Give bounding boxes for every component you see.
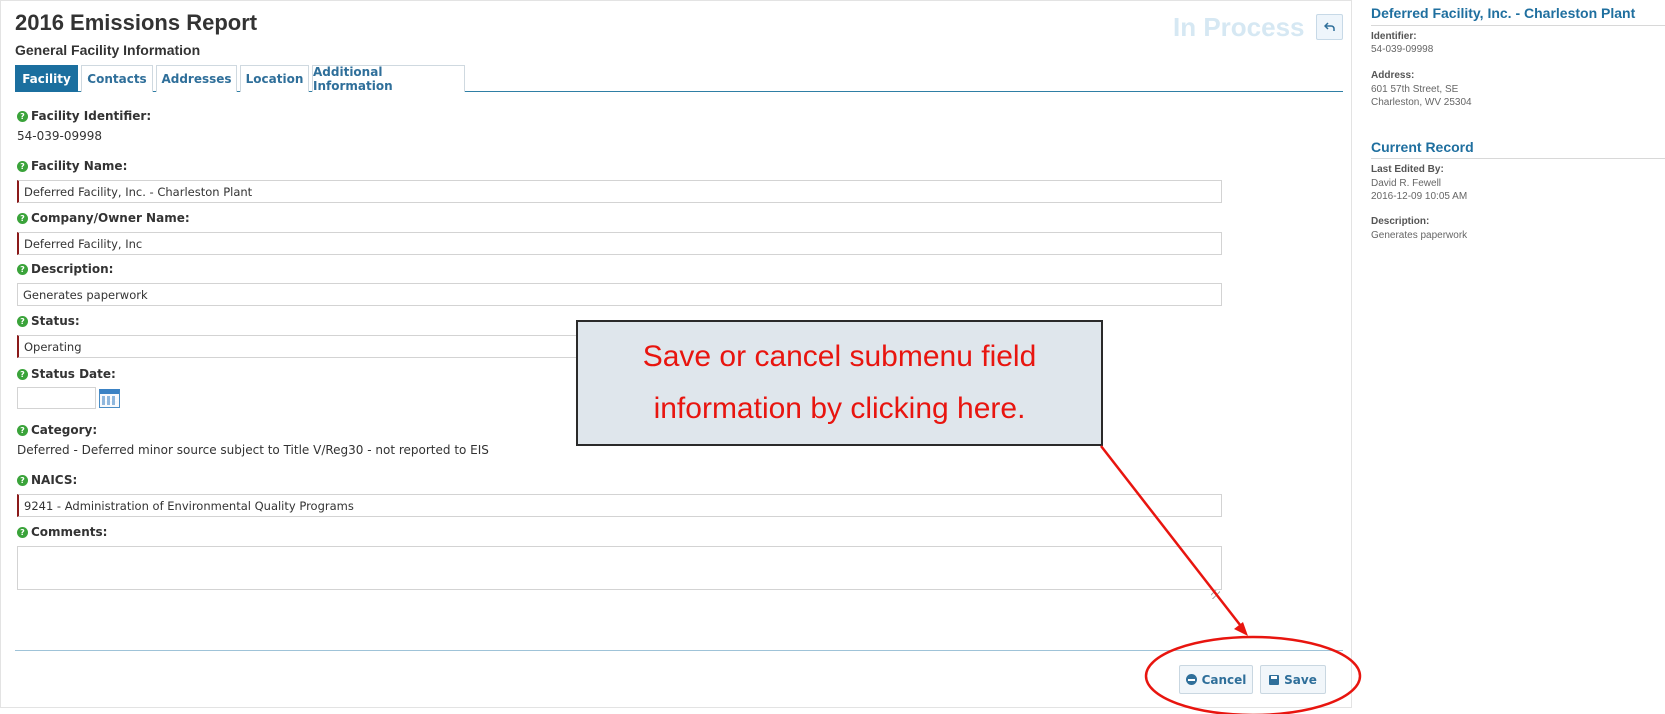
help-icon[interactable]: ? — [17, 315, 28, 327]
sidebar-divider — [1371, 25, 1665, 26]
comments-textarea[interactable] — [17, 546, 1222, 590]
company-owner-label: Company/Owner Name: — [31, 211, 190, 225]
cancel-button[interactable]: Cancel — [1179, 665, 1253, 694]
back-button[interactable] — [1316, 14, 1343, 40]
company-owner-input[interactable]: Deferred Facility, Inc — [17, 232, 1222, 255]
cancel-button-label: Cancel — [1201, 672, 1247, 687]
tab-additional-information[interactable]: Additional Information — [312, 65, 465, 93]
sidebar-divider — [1371, 158, 1665, 159]
status-label: Status: — [31, 314, 80, 328]
minus-circle-icon — [1185, 674, 1197, 685]
callout-line-2: information by clicking here. — [653, 392, 1026, 425]
tab-location[interactable]: Location — [240, 65, 309, 92]
help-icon[interactable]: ? — [17, 526, 28, 538]
sidebar-address-line1: 601 57th Street, SE — [1371, 84, 1459, 95]
facility-name-field: ? Facility Name: Deferred Facility, Inc.… — [17, 158, 1222, 203]
sidebar-description-value: Generates paperwork — [1371, 230, 1468, 241]
description-label: Description: — [31, 262, 114, 276]
facility-name-label: Facility Name: — [31, 159, 128, 173]
company-owner-field: ? Company/Owner Name: Deferred Facility,… — [17, 210, 1222, 255]
tab-facility[interactable]: Facility — [15, 65, 78, 92]
description-input[interactable]: Generates paperwork — [17, 283, 1222, 306]
category-value: Deferred - Deferred minor source subject… — [17, 443, 489, 457]
sidebar-address-line2: Charleston, WV 25304 — [1371, 97, 1472, 108]
facility-name-input[interactable]: Deferred Facility, Inc. - Charleston Pla… — [17, 180, 1222, 203]
comments-field: ? Comments: — [17, 524, 1222, 599]
callout-line-1: Save or cancel submenu field — [642, 340, 1037, 373]
status-date-field: ? Status Date: — [17, 366, 120, 409]
facility-summary-sidebar: Deferred Facility, Inc. - Charleston Pla… — [1371, 0, 1665, 714]
naics-label: NAICS: — [31, 473, 78, 487]
footer-divider — [15, 650, 1343, 651]
report-status-text: In Process — [1173, 12, 1305, 42]
sidebar-last-edited-time: 2016-12-09 10:05 AM — [1371, 191, 1468, 202]
help-icon[interactable]: ? — [17, 424, 28, 436]
sidebar-last-edited-name: David R. Fewell — [1371, 178, 1442, 189]
category-field: ? Category: Deferred - Deferred minor so… — [17, 422, 489, 457]
tab-contacts[interactable]: Contacts — [81, 65, 153, 92]
calendar-icon[interactable] — [99, 388, 120, 408]
help-icon[interactable]: ? — [17, 474, 28, 486]
comments-label: Comments: — [31, 525, 108, 539]
naics-input[interactable]: 9241 - Administration of Environmental Q… — [17, 494, 1222, 517]
help-icon[interactable]: ? — [17, 212, 28, 224]
status-date-input[interactable] — [17, 387, 96, 409]
sidebar-identifier-label: Identifier: — [1371, 31, 1417, 42]
status-select[interactable]: Operating — [17, 335, 577, 358]
description-field: ? Description: Generates paperwork — [17, 261, 1222, 306]
page-title: 2016 Emissions Report — [15, 10, 258, 35]
sidebar-record-title: Current Record — [1371, 139, 1474, 155]
sidebar-last-edited-label: Last Edited By: — [1371, 164, 1444, 175]
resize-handle[interactable] — [1211, 590, 1220, 599]
help-icon[interactable]: ? — [17, 368, 28, 380]
help-icon[interactable]: ? — [17, 110, 28, 122]
save-button[interactable]: Save — [1260, 665, 1326, 694]
floppy-disk-icon — [1269, 674, 1280, 685]
sidebar-facility-title: Deferred Facility, Inc. - Charleston Pla… — [1371, 5, 1636, 21]
form-tabs: Facility Contacts Addresses Location Add… — [15, 65, 1343, 93]
facility-identifier-field: ? Facility Identifier: 54-039-09998 — [17, 108, 151, 143]
facility-identifier-value: 54-039-09998 — [17, 129, 103, 143]
facility-identifier-label: Facility Identifier: — [31, 109, 152, 123]
help-icon[interactable]: ? — [17, 160, 28, 172]
save-button-label: Save — [1284, 672, 1317, 687]
section-subtitle: General Facility Information — [15, 42, 201, 58]
sidebar-identifier-value: 54-039-09998 — [1371, 44, 1434, 55]
sidebar-address-label: Address: — [1371, 70, 1415, 81]
category-label: Category: — [31, 423, 98, 437]
sidebar-description-label: Description: — [1371, 216, 1430, 227]
status-date-label: Status Date: — [31, 367, 116, 381]
naics-field: ? NAICS: 9241 - Administration of Enviro… — [17, 472, 1222, 517]
annotation-callout: Save or cancel submenu field information… — [576, 320, 1103, 446]
undo-arrow-icon — [1324, 22, 1335, 31]
tab-addresses[interactable]: Addresses — [156, 65, 237, 92]
help-icon[interactable]: ? — [17, 263, 28, 275]
status-field: ? Status: Operating — [17, 313, 577, 358]
